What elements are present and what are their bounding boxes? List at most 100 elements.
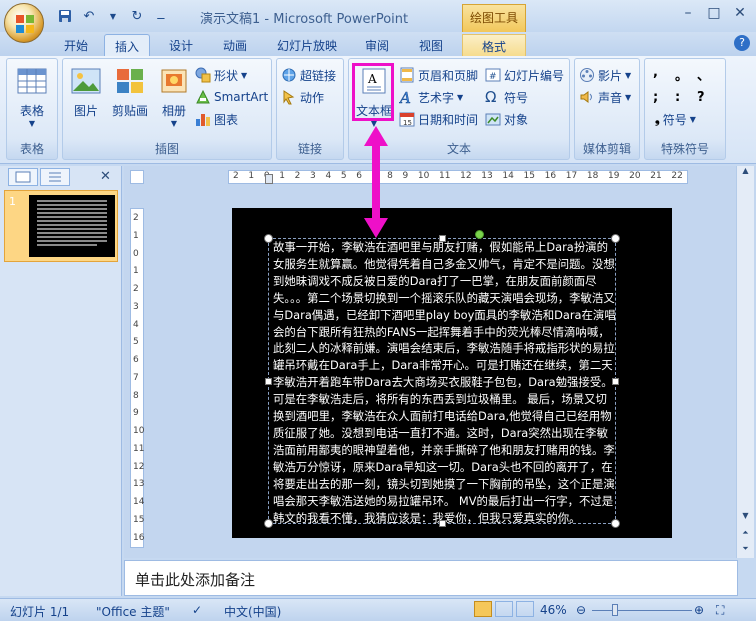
dropdown-arrow-icon[interactable]: ▼ (104, 7, 122, 25)
close-button[interactable]: ✕ (728, 4, 752, 22)
resize-handle-top[interactable] (439, 235, 446, 242)
maximize-button[interactable]: □ (702, 4, 726, 22)
action-button[interactable]: 动作 (281, 87, 324, 107)
tab-design[interactable]: 设计 (158, 34, 204, 56)
ruler-tick-label: 10 (133, 426, 145, 437)
zoom-level[interactable]: 46% (540, 603, 567, 617)
zoom-in-button[interactable]: ⊕ (694, 603, 704, 617)
clipart-button[interactable]: 剪贴画 (109, 63, 151, 119)
symbol-colon-button[interactable]: : (675, 90, 697, 105)
slide-canvas[interactable]: 故事一开始，李敏浩在酒吧里与朋友打赌，假如能吊上Dara扮演的女服务生就算赢。他… (232, 208, 672, 538)
dropdown-arrow-icon: ▼ (28, 119, 36, 128)
tab-review[interactable]: 审阅 (354, 34, 400, 56)
symbol-question-button[interactable]: ? (697, 90, 719, 105)
close-panel-icon[interactable]: ✕ (100, 169, 111, 184)
quick-access-toolbar: ↶ ▼ ↻ ⚊ (56, 6, 170, 26)
movie-button[interactable]: 影片 ▼ (579, 65, 631, 85)
resize-handle-top-right[interactable] (611, 234, 620, 243)
notes-pane[interactable]: 单击此处添加备注 (124, 560, 738, 596)
ruler-tick-label: 1 (133, 230, 139, 241)
resize-handle-top-left[interactable] (264, 234, 273, 243)
picture-label: 图片 (73, 104, 98, 118)
table-button[interactable]: 表格 ▼ (11, 63, 53, 128)
title-bar: ↶ ▼ ↻ ⚊ 演示文稿1 - Microsoft PowerPoint 绘图工… (0, 0, 756, 32)
slide-thumbnail-1[interactable]: 1 (4, 190, 118, 262)
chart-button[interactable]: 图表 (195, 109, 238, 129)
resize-handle-bottom-left[interactable] (264, 519, 273, 528)
resize-handle-bottom-right[interactable] (611, 519, 620, 528)
save-icon[interactable] (56, 7, 74, 25)
symbol-button[interactable]: Ω 符号 (485, 87, 528, 107)
tab-selector[interactable] (130, 170, 144, 184)
rotation-handle[interactable] (475, 230, 484, 239)
sound-button[interactable]: 声音 ▼ (579, 87, 631, 107)
tab-format[interactable]: 格式 (462, 34, 526, 56)
ruler-tick-label: 2 (133, 213, 139, 223)
dropdown-arrow-icon: ▼ (625, 70, 632, 80)
smartart-label: SmartArt (214, 90, 269, 104)
tab-slides[interactable] (8, 168, 38, 186)
symbol-semicolon-button[interactable]: ; (653, 90, 675, 105)
resize-handle-left[interactable] (265, 378, 272, 385)
resize-handle-bottom[interactable] (439, 520, 446, 527)
tab-slideshow[interactable]: 幻灯片放映 (268, 34, 346, 56)
zoom-slider-track[interactable] (592, 604, 692, 616)
textbox-highlight-box (352, 63, 394, 121)
shapes-button[interactable]: 形状 ▼ (195, 65, 247, 85)
tab-view[interactable]: 视图 (408, 34, 454, 56)
slideshow-button[interactable] (516, 601, 534, 617)
dropdown-arrow-icon: ▼ (241, 70, 248, 80)
fit-slide-icon[interactable]: ⛶ (716, 603, 724, 618)
ruler-tick-label: 9 (402, 171, 409, 181)
office-button[interactable] (4, 3, 44, 43)
slide-body-text[interactable]: 故事一开始，李敏浩在酒吧里与朋友打赌，假如能吊上Dara扮演的女服务生就算赢。他… (273, 239, 617, 526)
ruler-tick-label: 8 (133, 390, 139, 401)
photo-album-icon (161, 69, 187, 93)
slide-number-button[interactable]: # 幻灯片编号 (485, 65, 564, 85)
tab-animation[interactable]: 动画 (212, 34, 258, 56)
wordart-button[interactable]: A 艺术字 ▼ (399, 87, 463, 107)
normal-view-button[interactable] (474, 601, 492, 617)
slide-sorter-button[interactable] (495, 601, 513, 617)
zoom-slider-thumb[interactable] (612, 604, 618, 616)
movie-label: 影片 (598, 68, 623, 83)
tab-outline[interactable] (40, 168, 70, 186)
customize-qat-icon[interactable]: ⚊ (152, 7, 170, 25)
undo-icon[interactable]: ↶ (80, 7, 98, 25)
hyperlink-button[interactable]: 超链接 (281, 65, 336, 85)
object-icon (485, 113, 501, 126)
spellcheck-icon[interactable]: ✓ (192, 603, 202, 617)
next-slide-button[interactable]: ⏷ (737, 544, 754, 554)
previous-slide-button[interactable]: ⏶ (737, 528, 754, 538)
minimize-button[interactable]: – (676, 4, 700, 22)
datetime-button[interactable]: 15 日期和时间 (399, 109, 478, 129)
group-links: 超链接 动作 链接 (276, 58, 344, 160)
horizontal-ruler[interactable]: 21012345678910111213141516171819202122 (228, 170, 688, 184)
vertical-ruler[interactable]: 2 1 0 1 2 3 4 5 6 7 8 9 10 11 12 13 14 15 16 (130, 208, 144, 548)
scroll-down-arrow[interactable]: ▼ (737, 511, 754, 520)
header-footer-button[interactable]: 页眉和页脚 (399, 65, 478, 85)
zoom-out-button[interactable]: ⊖ (576, 603, 586, 617)
group-tables: 表格 ▼ 表格 (6, 58, 58, 160)
picture-button[interactable]: 图片 (65, 63, 107, 119)
ruler-tick-label: 4 (133, 319, 139, 330)
chart-icon (196, 114, 210, 126)
object-button[interactable]: 对象 (485, 109, 528, 129)
album-button[interactable]: 相册 ▼ (153, 63, 195, 128)
indent-marker[interactable] (265, 174, 273, 184)
symbol-enum-comma-button[interactable]: 、 (697, 65, 719, 84)
smartart-button[interactable]: SmartArt (195, 87, 268, 107)
ruler-tick-label: 3 (133, 301, 139, 312)
special-symbol-button[interactable]: ❟ 符号 ▼ (655, 109, 696, 129)
tab-insert[interactable]: 插入 (104, 34, 150, 56)
symbol-period-button[interactable]: 。 (675, 65, 697, 84)
selected-textbox[interactable]: 故事一开始，李敏浩在酒吧里与朋友打赌，假如能吊上Dara扮演的女服务生就算赢。他… (264, 230, 620, 528)
scroll-up-arrow[interactable]: ▲ (737, 166, 754, 182)
help-icon[interactable]: ? (734, 35, 750, 51)
symbol-comma-button[interactable]: , (653, 65, 675, 84)
redo-icon[interactable]: ↻ (128, 7, 146, 25)
vertical-scrollbar[interactable]: ▲ ▼ ⏶ ⏷ (736, 166, 754, 558)
tab-home[interactable]: 开始 (56, 34, 96, 56)
outline-tab-icon (49, 172, 61, 182)
resize-handle-right[interactable] (612, 378, 619, 385)
